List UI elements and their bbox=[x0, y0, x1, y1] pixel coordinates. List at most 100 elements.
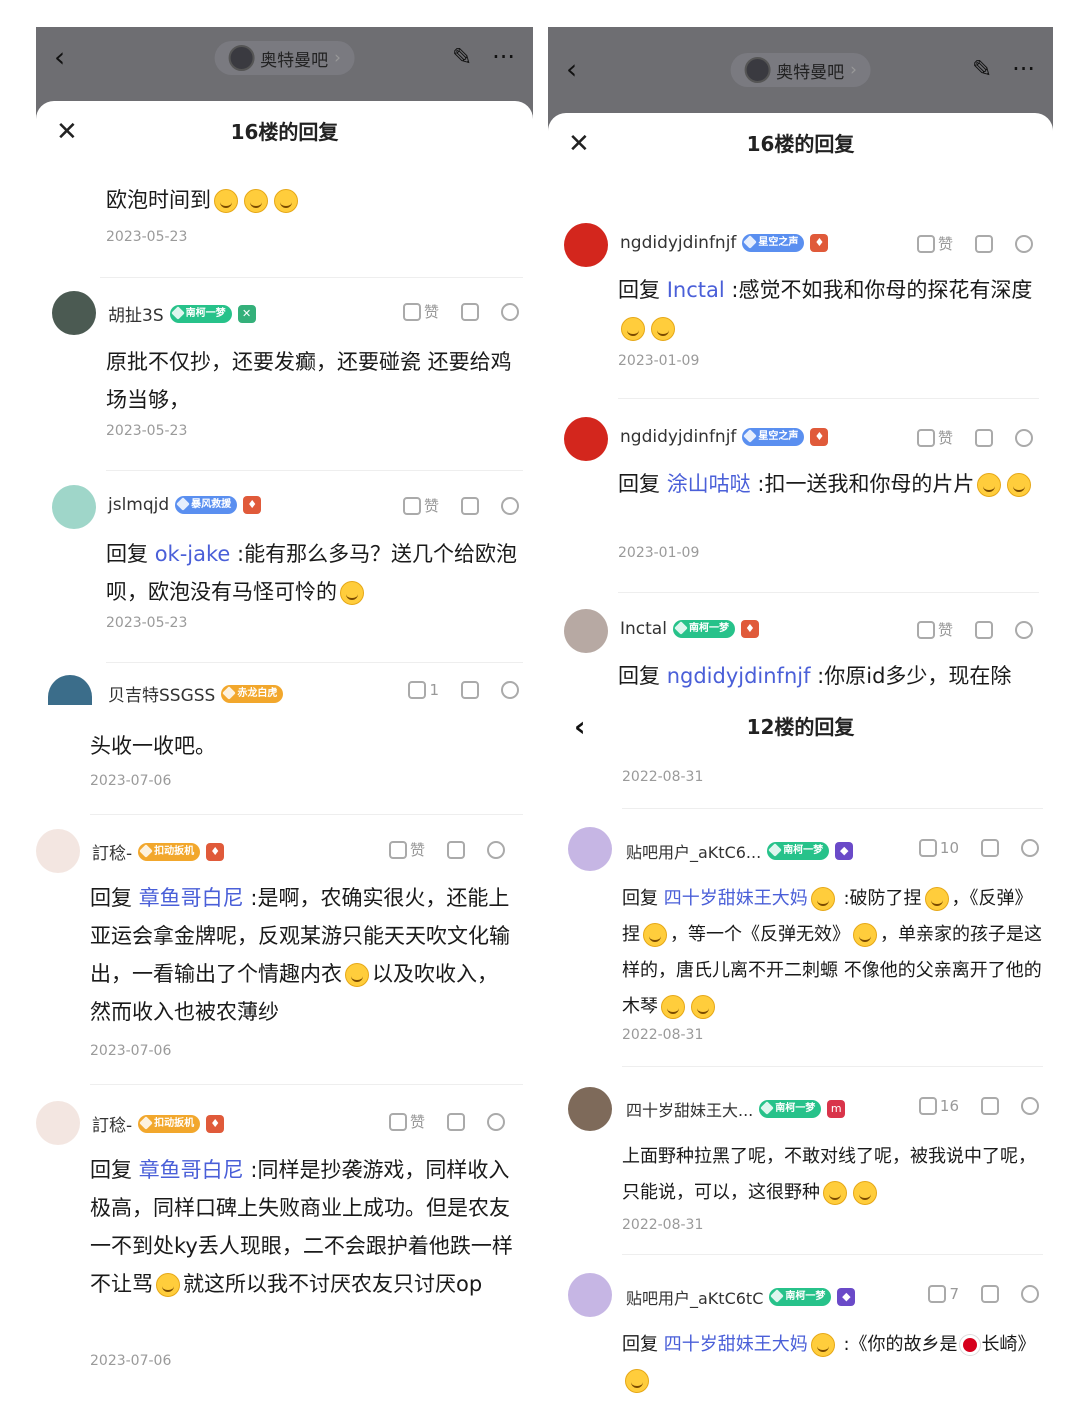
emoji-icon bbox=[853, 923, 877, 947]
forum-avatar-icon bbox=[744, 57, 771, 83]
reply-icon[interactable] bbox=[461, 496, 479, 515]
reply-icon[interactable] bbox=[975, 234, 993, 253]
avatar[interactable] bbox=[568, 827, 612, 871]
username[interactable]: 贝吉特SSGSS bbox=[108, 681, 215, 706]
emoji-icon bbox=[810, 1333, 835, 1357]
edit-icon[interactable]: ✎ bbox=[452, 43, 472, 71]
medal-icon: ✕ bbox=[237, 304, 256, 323]
avatar[interactable] bbox=[48, 675, 92, 705]
more-icon[interactable] bbox=[487, 840, 505, 859]
medal-icon: ♦ bbox=[206, 842, 225, 861]
more-icon[interactable]: ··· bbox=[1012, 55, 1035, 83]
avatar[interactable] bbox=[36, 1101, 80, 1145]
like-button[interactable]: 赞 bbox=[402, 301, 439, 322]
username-row: 四十岁甜妹王大... 南柯一梦 m bbox=[626, 1097, 846, 1121]
username[interactable]: 訂稔- bbox=[92, 839, 132, 864]
avatar[interactable] bbox=[568, 1087, 612, 1131]
medal-icon: ♦ bbox=[810, 234, 829, 252]
reply-icon[interactable] bbox=[981, 1097, 999, 1115]
reply-icon[interactable] bbox=[981, 1285, 999, 1303]
back-icon[interactable]: ‹ bbox=[574, 703, 586, 751]
like-button[interactable]: 赞 bbox=[388, 839, 425, 860]
emoji-icon bbox=[691, 995, 715, 1019]
avatar[interactable] bbox=[52, 291, 96, 335]
like-button[interactable]: 赞 bbox=[916, 427, 953, 448]
comment-text: 回复 章鱼哥白尼 :是啊，农确实很火，还能上亚运会拿金牌呢，反观某游只能天天吹文… bbox=[90, 886, 510, 1024]
list-item: 头收一收吧。 2023-07-06 bbox=[36, 715, 533, 815]
emoji-icon bbox=[977, 473, 1002, 497]
level-badge: 暴风救援 bbox=[175, 496, 238, 514]
reply-target-link[interactable]: 四十岁甜妹王大妈 bbox=[664, 888, 808, 909]
more-icon[interactable] bbox=[501, 496, 519, 515]
like-button[interactable]: 10 bbox=[918, 839, 959, 857]
comment-actions: 1 bbox=[408, 681, 519, 699]
like-button[interactable]: 赞 bbox=[916, 619, 953, 640]
reply-target-link[interactable]: Inctal bbox=[667, 278, 725, 302]
reply-target-link[interactable]: ok-jake bbox=[155, 542, 231, 566]
more-icon[interactable] bbox=[1021, 839, 1039, 857]
like-button[interactable]: 1 bbox=[408, 681, 439, 699]
username[interactable]: jslmqjd bbox=[108, 495, 169, 515]
avatar[interactable] bbox=[564, 417, 608, 461]
more-icon[interactable] bbox=[501, 681, 519, 699]
avatar[interactable] bbox=[564, 609, 608, 653]
more-icon[interactable] bbox=[1015, 234, 1033, 253]
back-icon[interactable]: ‹ bbox=[566, 53, 577, 86]
reply-icon[interactable] bbox=[981, 839, 999, 857]
close-icon[interactable]: ✕ bbox=[56, 101, 78, 163]
back-icon[interactable]: ‹ bbox=[54, 41, 65, 74]
reply-target-link[interactable]: 章鱼哥白尼 bbox=[139, 1158, 244, 1182]
username[interactable]: 贴吧用户_aKtC6... bbox=[626, 839, 761, 863]
thumb-up-icon bbox=[916, 428, 935, 447]
more-icon[interactable] bbox=[1015, 428, 1033, 447]
close-icon[interactable]: ✕ bbox=[568, 113, 590, 175]
medal-icon: m bbox=[827, 1100, 846, 1118]
reply-icon[interactable] bbox=[461, 681, 479, 699]
reply-target-link[interactable]: 章鱼哥白尼 bbox=[139, 886, 244, 910]
forum-pill[interactable]: 奥特曼吧 › bbox=[214, 41, 355, 75]
reply-icon[interactable] bbox=[975, 428, 993, 447]
avatar[interactable] bbox=[52, 485, 96, 529]
username[interactable]: ngdidyjdinfnjf bbox=[620, 427, 736, 447]
avatar[interactable] bbox=[36, 829, 80, 873]
avatar[interactable] bbox=[568, 1273, 612, 1317]
more-icon[interactable] bbox=[501, 302, 519, 321]
more-icon[interactable]: ··· bbox=[492, 43, 515, 71]
username-row: jslmqjd 暴风救援 ♦ bbox=[108, 495, 262, 515]
comment-date: 2023-05-23 bbox=[106, 615, 188, 631]
like-button[interactable]: 赞 bbox=[916, 233, 953, 254]
list-item: 胡扯3S 南柯一梦 ✕ 赞 原批不仅抄，还要发癫，还要碰瓷 还要给鸡场当够， 2… bbox=[36, 277, 533, 471]
username[interactable]: Inctal bbox=[620, 619, 667, 639]
edit-icon[interactable]: ✎ bbox=[972, 55, 992, 83]
thumb-up-icon bbox=[408, 681, 427, 699]
like-button[interactable]: 赞 bbox=[402, 495, 439, 516]
like-button[interactable]: 7 bbox=[928, 1285, 959, 1303]
like-button[interactable]: 16 bbox=[918, 1097, 959, 1115]
reply-icon[interactable] bbox=[975, 620, 993, 639]
emoji-icon bbox=[156, 1273, 180, 1297]
level-badge: 南柯一梦 bbox=[759, 1100, 822, 1118]
reply-target-link[interactable]: 四十岁甜妹王大妈 bbox=[664, 1334, 808, 1355]
reply-target-link[interactable]: ngdidyjdinfnjf bbox=[667, 664, 811, 688]
username[interactable]: ngdidyjdinfnjf bbox=[620, 233, 736, 253]
username-row: 贴吧用户_aKtC6tC 南柯一梦 ◆ bbox=[626, 1285, 856, 1309]
username[interactable]: 四十岁甜妹王大... bbox=[626, 1097, 753, 1121]
reply-icon[interactable] bbox=[447, 840, 465, 859]
divider bbox=[106, 662, 523, 663]
more-icon[interactable] bbox=[1021, 1097, 1039, 1115]
divider bbox=[618, 398, 1039, 399]
like-button[interactable]: 赞 bbox=[388, 1111, 425, 1132]
reply-icon[interactable] bbox=[461, 302, 479, 321]
username[interactable]: 贴吧用户_aKtC6tC bbox=[626, 1285, 763, 1309]
reply-target-link[interactable]: 涂山咕哒 bbox=[667, 472, 751, 496]
forum-pill[interactable]: 奥特曼吧 › bbox=[730, 53, 871, 87]
more-icon[interactable] bbox=[487, 1112, 505, 1131]
username[interactable]: 胡扯3S bbox=[108, 301, 164, 326]
username[interactable]: 訂稔- bbox=[92, 1111, 132, 1136]
username-row: 贴吧用户_aKtC6... 南柯一梦 ◆ bbox=[626, 839, 854, 863]
avatar[interactable] bbox=[564, 223, 608, 267]
thumb-up-icon bbox=[402, 302, 421, 321]
more-icon[interactable] bbox=[1015, 620, 1033, 639]
reply-icon[interactable] bbox=[447, 1112, 465, 1131]
more-icon[interactable] bbox=[1021, 1285, 1039, 1303]
